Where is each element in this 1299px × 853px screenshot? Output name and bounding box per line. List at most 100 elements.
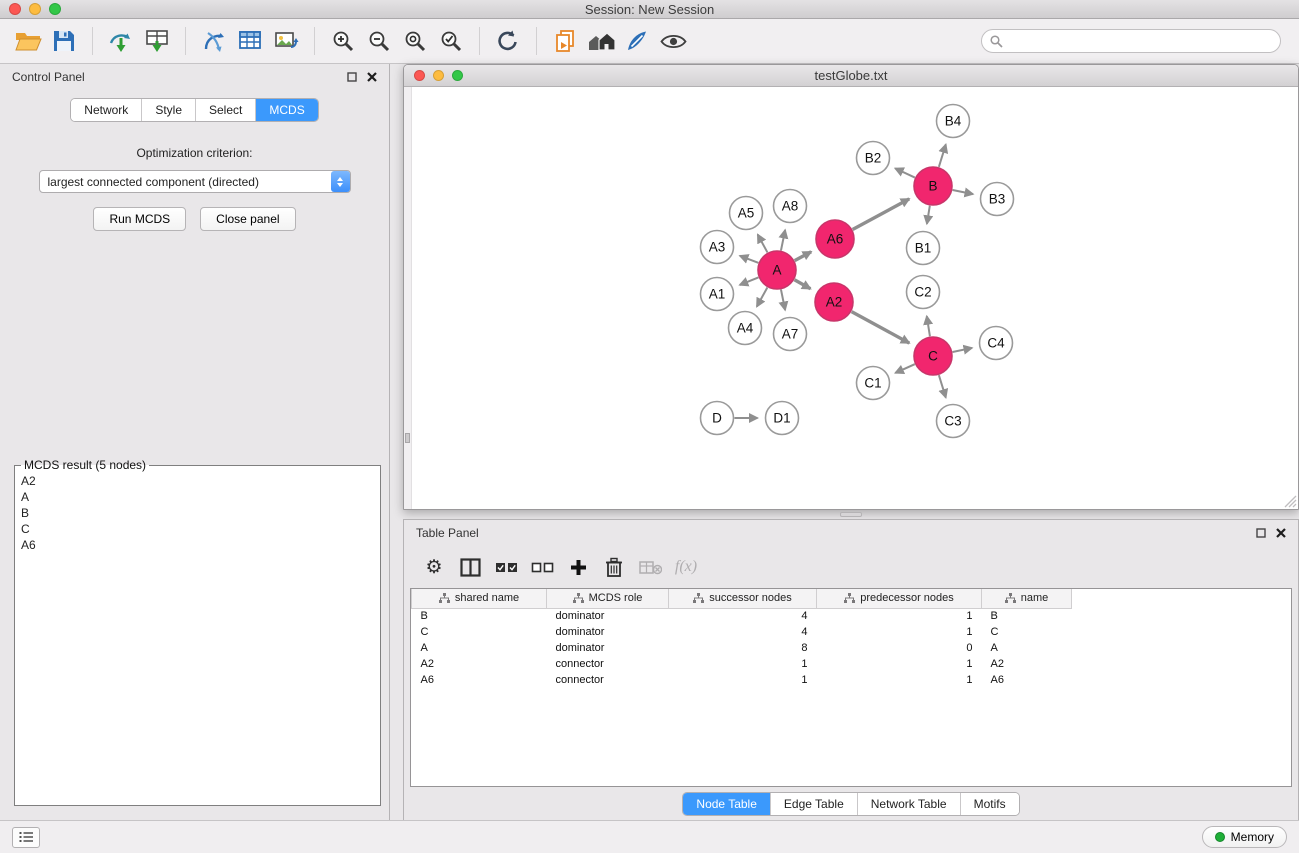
delete-table-button[interactable] [634,551,666,583]
sort-icon[interactable] [439,593,450,603]
graph-node-C1[interactable]: C1 [857,367,890,400]
table-cell[interactable]: 1 [817,672,982,688]
tab-select[interactable]: Select [196,99,256,121]
graph-edge-A-A4[interactable] [757,288,768,307]
graph-node-C3[interactable]: C3 [937,405,970,438]
graph-node-A1[interactable]: A1 [701,278,734,311]
graph-edge-B-B2[interactable] [895,168,915,177]
splitter-handle[interactable] [405,433,410,443]
graph-edge-A-A5[interactable] [758,235,768,253]
graph-node-D1[interactable]: D1 [766,402,799,435]
graph-edge-C-C3[interactable] [939,375,946,397]
table-cell[interactable]: A [412,640,547,656]
tab-node-table[interactable]: Node Table [683,793,771,815]
copy-document-button[interactable] [547,23,583,59]
network-graph[interactable]: B4B2BB3A8A5A6B1A3AC2A1A2A4A7C4CC1C3DD1 [412,87,1297,509]
style-button[interactable] [619,23,655,59]
graph-edge-C-C2[interactable] [927,316,930,336]
mcds-result-item[interactable]: A6 [19,537,376,553]
table-cell[interactable]: 1 [817,656,982,672]
table-cell[interactable]: dominator [547,608,669,624]
graph-node-B4[interactable]: B4 [937,105,970,138]
tab-motifs[interactable]: Motifs [961,793,1019,815]
graph-edge-C-C1[interactable] [895,364,914,373]
zoom-selected-button[interactable] [433,23,469,59]
table-cell[interactable]: 8 [669,640,817,656]
close-view-icon[interactable] [414,70,425,81]
mcds-result-item[interactable]: C [19,521,376,537]
horizontal-splitter[interactable] [403,510,1299,519]
sort-icon[interactable] [573,593,584,603]
graph-edge-C-C4[interactable] [953,348,972,352]
refresh-button[interactable] [490,23,526,59]
graph-node-A2[interactable]: A2 [815,283,853,321]
function-builder-button[interactable]: f(x) [670,551,702,583]
column-header-name[interactable]: name [982,589,1072,608]
tab-style[interactable]: Style [142,99,196,121]
import-table-button[interactable] [139,23,175,59]
graph-node-A6[interactable]: A6 [816,220,854,258]
graph-node-B3[interactable]: B3 [981,183,1014,216]
table-cell[interactable]: A6 [982,672,1072,688]
table-row[interactable]: Adominator80A [412,640,1292,656]
search-input[interactable] [981,29,1281,53]
tab-mcds[interactable]: MCDS [256,99,317,121]
graph-edge-B-B3[interactable] [953,190,973,194]
splitter-handle[interactable] [840,512,862,517]
table-cell[interactable]: B [982,608,1072,624]
table-row[interactable]: A6connector11A6 [412,672,1292,688]
select-all-button[interactable] [490,551,522,583]
graph-node-C4[interactable]: C4 [980,327,1013,360]
import-network-button[interactable] [103,23,139,59]
sort-icon[interactable] [844,593,855,603]
optimization-criterion-select[interactable]: largest connected component (directed) [39,170,351,193]
show-columns-button[interactable] [454,551,486,583]
float-panel-button[interactable] [347,72,357,82]
table-cell[interactable]: 1 [817,624,982,640]
minimize-view-icon[interactable] [433,70,444,81]
sort-icon[interactable] [693,593,704,603]
graph-node-C[interactable]: C [914,337,952,375]
graph-node-C2[interactable]: C2 [907,276,940,309]
run-mcds-button[interactable]: Run MCDS [93,207,186,231]
graph-node-A5[interactable]: A5 [730,197,763,230]
network-canvas[interactable]: B4B2BB3A8A5A6B1A3AC2A1A2A4A7C4CC1C3DD1 [404,87,1298,509]
table-row[interactable]: A2connector11A2 [412,656,1292,672]
table-cell[interactable]: 1 [669,672,817,688]
table-options-button[interactable]: ⚙ [418,551,450,583]
graph-node-A7[interactable]: A7 [774,318,807,351]
add-row-button[interactable] [562,551,594,583]
column-header-predecessor-nodes[interactable]: predecessor nodes [817,589,982,608]
table-cell[interactable]: A2 [412,656,547,672]
close-window-icon[interactable] [9,3,21,15]
memory-button[interactable]: Memory [1202,826,1287,848]
graph-node-B2[interactable]: B2 [857,142,890,175]
sort-icon[interactable] [1005,593,1016,603]
zoom-in-button[interactable] [325,23,361,59]
tab-edge-table[interactable]: Edge Table [771,793,858,815]
close-table-panel-button[interactable] [1276,528,1286,538]
table-cell[interactable]: A6 [412,672,547,688]
table-cell[interactable]: dominator [547,640,669,656]
export-image-button[interactable] [268,23,304,59]
zoom-out-button[interactable] [361,23,397,59]
maximize-view-icon[interactable] [452,70,463,81]
graph-node-B1[interactable]: B1 [907,232,940,265]
new-table-button[interactable] [232,23,268,59]
mcds-result-item[interactable]: B [19,505,376,521]
graph-edge-A6-B[interactable] [853,199,910,230]
resize-grip-icon[interactable] [1284,495,1297,508]
delete-row-button[interactable] [598,551,630,583]
graph-edge-A-A2[interactable] [794,280,810,289]
close-panel-button[interactable] [367,72,377,82]
zoom-fit-button[interactable] [397,23,433,59]
new-network-button[interactable] [196,23,232,59]
table-row[interactable]: Bdominator41B [412,608,1292,624]
table-cell[interactable]: C [982,624,1072,640]
column-header-successor-nodes[interactable]: successor nodes [669,589,817,608]
graph-edge-A-A1[interactable] [740,277,759,284]
graph-node-B[interactable]: B [914,167,952,205]
unselect-all-button[interactable] [526,551,558,583]
column-header-MCDS-role[interactable]: MCDS role [547,589,669,608]
table-cell[interactable]: dominator [547,624,669,640]
